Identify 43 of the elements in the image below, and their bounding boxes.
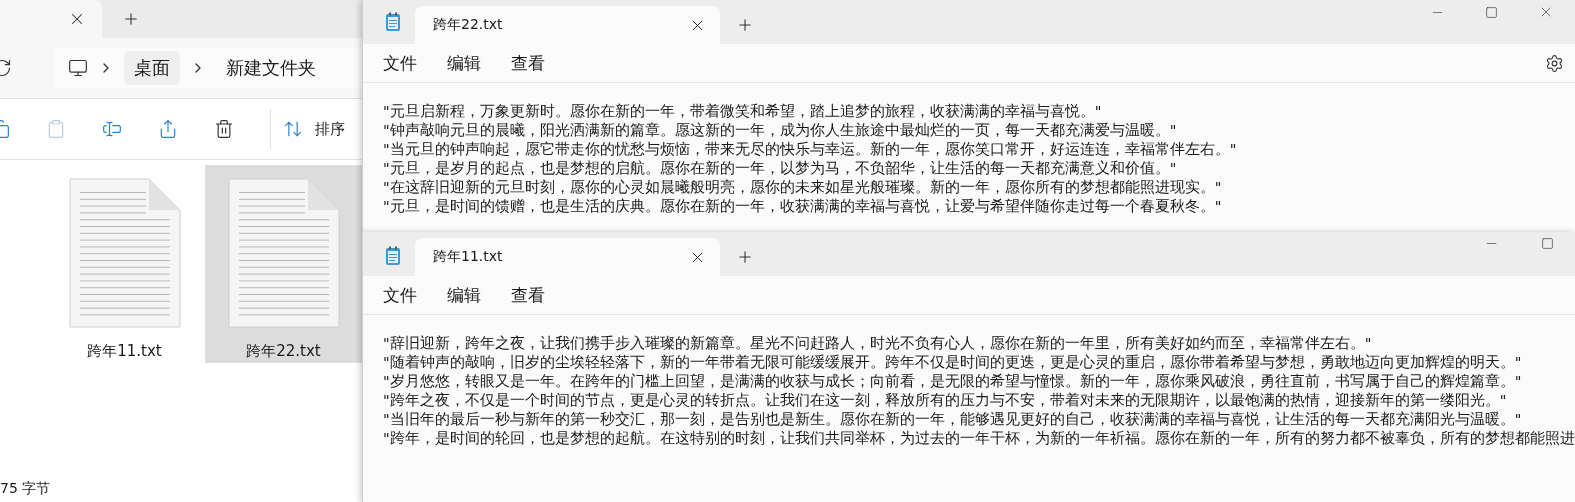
monitor-icon (68, 58, 88, 78)
text-line: "跨年，是时间的轮回，也是梦想的起航。在这特别的时刻，让我们共同举杯，为过去的一年干杯，为新的一年祈福。愿你在新的一年，所有的努力都不被辜负，所有的梦想都能照进 (383, 429, 1575, 448)
text-line: "在这辞旧迎新的元旦时刻，愿你的心灵如晨曦般明亮，愿你的未来如星光般璀璨。新的一年，愿你所有的梦想都能照进现实。" (383, 178, 1223, 197)
file-item[interactable]: 跨年11.txt (46, 165, 203, 363)
text-line: "钟声敲响元旦的晨曦，阳光洒满新的篇章。愿这新的一年，成为你人生旅途中最灿烂的一页，每一天都充满爱与温暖。" (383, 121, 1178, 140)
rename-icon[interactable] (102, 119, 122, 139)
status-text: 75 字节 (0, 480, 52, 498)
address-bar[interactable]: 桌面 新建文件夹 (54, 48, 362, 88)
menu-item[interactable]: 编辑 (433, 45, 495, 81)
maximize-icon[interactable] (1485, 4, 1498, 20)
menu-item[interactable]: 文件 (369, 45, 431, 81)
settings-icon[interactable] (1545, 53, 1564, 73)
menu-item[interactable]: 查看 (497, 277, 559, 313)
menu-item[interactable]: 编辑 (433, 277, 495, 313)
breadcrumb-item[interactable]: 桌面 (124, 51, 180, 85)
file-item[interactable]: 跨年22.txt (205, 165, 362, 363)
maximize-icon[interactable] (1541, 236, 1554, 251)
trash-icon[interactable] (214, 119, 234, 139)
breadcrumb-item[interactable]: 新建文件夹 (216, 51, 326, 85)
text-file-icon (227, 178, 340, 328)
menu-item[interactable]: 文件 (369, 277, 431, 313)
sort-button[interactable]: 排序 (270, 109, 345, 149)
document-tab[interactable]: 跨年11.txt (415, 238, 720, 276)
sort-icon (283, 119, 303, 139)
text-file-icon (68, 178, 181, 328)
new-tab-icon[interactable] (736, 248, 754, 266)
text-line: "当旧年的最后一秒与新年的第一秒交汇，那一刻，是告别也是新生。愿你在新的一年，能够遇见更好的自己，收获满满的幸福与喜悦，让生活的每一天都充满阳光与温暖。" (383, 410, 1523, 429)
text-line: "岁月悠悠，转眼又是一年。在跨年的门槛上回望，是满满的收获与成长；向前看，是无限的希望与憧憬。新的一年，愿你乘风破浪，勇往直前，书写属于自己的辉煌篇章。" (383, 372, 1523, 391)
new-tab-icon[interactable] (122, 10, 140, 28)
notepad-icon (385, 12, 401, 32)
text-line: "元旦，是岁月的起点，也是梦想的启航。愿你在新的一年，以梦为马，不负韶华，让生活的每一天都充满意义和价值。" (383, 159, 1178, 178)
text-line: "元旦，是时间的馈赠，也是生活的庆典。愿你在新的一年，收获满满的幸福与喜悦，让爱与希望伴随你走过每一个春夏秋冬。" (383, 197, 1223, 216)
text-line: "辞旧迎新，跨年之夜，让我们携手步入璀璨的新篇章。星光不问赶路人，时光不负有心人，愿你在新的一年里，所有美好如约而至，幸福常伴左右。" (383, 334, 1373, 353)
text-line: "随着钟声的敲响，旧岁的尘埃轻轻落下，新的一年带着无限可能缓缓展开。跨年不仅是时间的更迭，更是心灵的重启，愿你带着希望与梦想，勇敢地迈向更加辉煌的明天。" (383, 353, 1523, 372)
clipboard-icon[interactable] (46, 119, 66, 139)
text-line: "元旦启新程，万象更新时。愿你在新的一年，带着微笑和希望，踏上追梦的旅程，收获满满的幸福与喜悦。" (383, 102, 1103, 121)
notepad-icon (385, 246, 401, 266)
menu-item[interactable]: 查看 (497, 45, 559, 81)
document-tab[interactable]: 跨年22.txt (415, 6, 720, 44)
text-line: "当元旦的钟声响起，愿它带走你的忧愁与烦恼，带来无尽的快乐与幸运。新的一年，愿你笑口常开，好运连连，幸福常伴左右。" (383, 140, 1238, 159)
new-tab-icon[interactable] (736, 16, 754, 34)
share-icon[interactable] (158, 119, 178, 139)
text-line: "跨年之夜，不仅是一个时间的节点，更是心灵的转折点。让我们在这一刻，释放所有的压力与不安，带着对未来的无限期许，以最饱满的热情，迎接新年的第一缕阳光。" (383, 391, 1508, 410)
